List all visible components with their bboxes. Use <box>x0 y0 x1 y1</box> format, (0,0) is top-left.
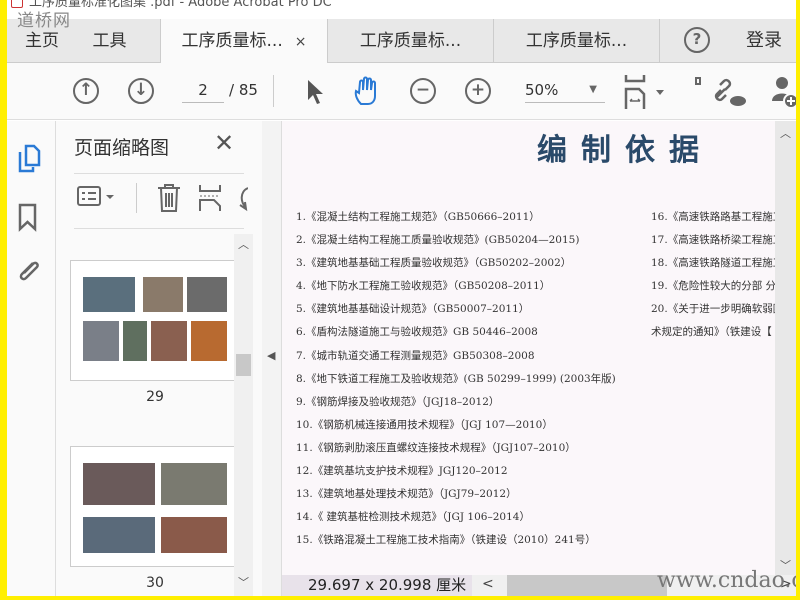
collapse-arrow-icon[interactable]: ◀ <box>267 349 275 362</box>
reference-item: 15.《铁路混凝土工程施工技术指南》（铁建设（2010）241号） <box>296 534 596 547</box>
tab-doc-3[interactable]: 工序质量标... <box>493 19 659 63</box>
reference-item: 3.《建筑地基基础工程质量验收规范》（GB50202–2002） <box>296 257 572 270</box>
reference-item: 18.《高速铁路隧道工程施工 <box>651 257 775 270</box>
document-heading: 编制依据 <box>537 133 713 168</box>
reference-item: 7.《城市轨道交通工程测量规范》GB50308–2008 <box>296 349 535 362</box>
reference-list-left: 1.《混凝土结构工程施工规范》（GB50666–2011） 2.《混凝土结构工程… <box>296 209 616 555</box>
reference-item: 20.《关于进一步明确软弱围 <box>651 303 775 316</box>
hand-tool-icon[interactable] <box>353 76 383 108</box>
thumbnail-page-label: 30 <box>146 575 164 591</box>
scroll-up-icon[interactable]: ︿ <box>238 236 249 252</box>
scroll-thumb[interactable] <box>236 354 251 376</box>
previous-page-icon[interactable]: ↑ <box>73 78 99 104</box>
page-number-input[interactable]: 2 <box>182 77 224 103</box>
tab-doc-label: 工序质量标... <box>181 31 283 51</box>
reference-item: 16.《高速铁路路基工程施工 <box>651 211 775 223</box>
tab-doc-2[interactable]: 工序质量标... <box>327 19 493 63</box>
thumbnail-page-30[interactable] <box>70 446 240 567</box>
scroll-down-icon[interactable]: ﹀ <box>238 574 249 590</box>
zoom-level-select[interactable]: 50% ▼ <box>525 77 605 103</box>
page-size-status: 29.697 x 20.998 厘米 <box>282 575 472 596</box>
reference-item: 10.《钢筋机械连接通用技术规程》（JGJ 107—2010） <box>296 418 553 431</box>
divider <box>136 183 137 213</box>
reference-item: 14.《 建筑基桩检测技术规范》（JGJ 106–2014） <box>296 511 530 524</box>
delete-page-icon[interactable] <box>156 183 182 213</box>
next-page-icon[interactable]: ↓ <box>128 78 154 104</box>
thumbnail-page-label: 29 <box>146 389 164 405</box>
reference-item: 6.《盾构法隧道施工与验收规范》GB 50446–2008 <box>296 326 538 339</box>
thumbnail-scrollbar[interactable]: ︿ ﹀ <box>234 234 253 596</box>
reference-item: 4.《地下防水工程施工验收规范》（GB50208–2011） <box>296 280 551 293</box>
zoom-out-icon[interactable]: − <box>410 78 436 104</box>
panel-collapse-handle[interactable]: ◀ <box>262 121 282 596</box>
tab-tools[interactable]: 工具 <box>87 19 132 63</box>
toolbar: ↑ ↓ 2 / 85 − + 50% ▼ <box>7 63 796 120</box>
reference-item: 12.《建筑基坑支护技术规程》JGJ120–2012 <box>296 465 508 478</box>
left-nav-rail <box>7 121 56 596</box>
thumbnail-list: 29 30 ︿ ﹀ <box>56 234 262 596</box>
tab-doc-1[interactable]: 工序质量标... × <box>160 19 327 64</box>
watermark-bottom: www.cndao.com <box>657 568 796 593</box>
add-user-icon[interactable] <box>770 75 796 109</box>
reference-item: 13.《建筑地基处理技术规范》（JGJ79–2012） <box>296 488 517 501</box>
zoom-in-icon[interactable]: + <box>465 78 491 104</box>
window-title: 工序质量标准化图集 .pdf - Adobe Acrobat Pro DC <box>29 0 332 10</box>
tab-bar: 主页 工具 工序质量标... × 工序质量标... 工序质量标... ? 登录 <box>7 19 796 64</box>
watermark-top: 道桥网 <box>17 11 71 31</box>
reference-item: 19.《危险性较大的分部 分 <box>651 280 775 293</box>
acrobat-window: 工序质量标准化图集 .pdf - Adobe Acrobat Pro DC 道桥… <box>7 0 796 596</box>
thumbnail-page-29[interactable] <box>70 260 240 381</box>
title-bar: 工序质量标准化图集 .pdf - Adobe Acrobat Pro DC <box>7 0 796 19</box>
reference-item: 5.《建筑地基基础设计规范》（GB50007–2011） <box>296 303 530 316</box>
divider <box>74 228 244 229</box>
chevron-down-icon: ▼ <box>589 84 597 95</box>
page-thumbnails-icon[interactable] <box>17 143 41 173</box>
close-panel-icon[interactable]: ✕ <box>214 129 234 157</box>
document-view[interactable]: 编制依据 1.《混凝土结构工程施工规范》（GB50666–2011） 2.《混凝… <box>282 121 775 575</box>
tab-right: ? 登录 <box>659 19 796 63</box>
reference-item: 8.《地下铁道工程施工及验收规范》(GB 50299–1999) (2003年版… <box>296 372 616 385</box>
close-tab-icon[interactable]: × <box>295 34 307 50</box>
rotate-page-icon[interactable] <box>236 185 248 213</box>
attachments-icon[interactable] <box>15 257 43 285</box>
reference-item: 2.《混凝土结构工程施工质量验收规范》(GB50204—2015) <box>296 234 580 247</box>
page-total: / 85 <box>229 81 258 99</box>
toolbar-icon-partial[interactable] <box>695 77 701 85</box>
panel-title: 页面缩略图 <box>74 137 170 159</box>
reference-item: 11.《钢筋剥肋滚压直螺纹连接技术规程》（JGJ107–2010） <box>296 441 576 454</box>
scroll-up-icon[interactable]: ︿ <box>780 125 791 141</box>
bookmarks-icon[interactable] <box>17 203 39 233</box>
document-vertical-scrollbar[interactable]: ︿ ﹀ <box>775 121 796 575</box>
scroll-left-icon[interactable]: < <box>482 576 494 592</box>
reference-item: 17.《高速铁路桥梁工程施工 <box>651 234 775 247</box>
thumbnails-panel: 页面缩略图 ✕ 29 30 ︿ ﹀ <box>56 121 262 596</box>
signin-button[interactable]: 登录 <box>746 19 782 63</box>
reference-item: 9.《钢筋焊接及验收规范》（JGJ18–2012） <box>296 395 500 408</box>
fit-page-icon[interactable] <box>623 75 667 109</box>
divider <box>74 173 244 174</box>
share-link-icon[interactable] <box>711 77 747 107</box>
reference-list-right: 16.《高速铁路路基工程施工 17.《高速铁路桥梁工程施工 18.《高速铁路隧道… <box>651 209 775 348</box>
help-icon[interactable]: ? <box>684 27 710 53</box>
reference-item: 1.《混凝土结构工程施工规范》（GB50666–2011） <box>296 211 540 223</box>
reference-item: 术规定的通知》（铁建设【 <box>651 326 772 339</box>
thumbnail-options-icon[interactable] <box>76 184 120 210</box>
scroll-thumb[interactable] <box>507 575 667 596</box>
extract-page-icon[interactable] <box>198 183 222 213</box>
select-arrow-icon[interactable] <box>305 78 325 106</box>
divider <box>273 75 274 107</box>
zoom-value: 50% <box>525 81 559 99</box>
